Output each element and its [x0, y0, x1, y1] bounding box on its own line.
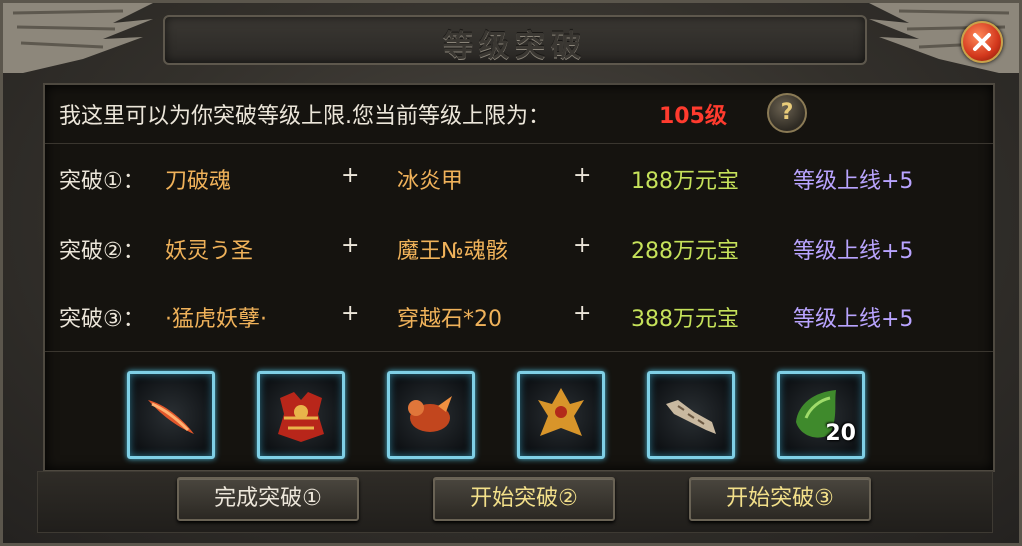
help-icon[interactable]: ?	[767, 93, 807, 133]
recipe-item-2: 穿越石*20	[397, 307, 502, 332]
recipe-list: 突破①： 刀破魂 + 冰炎甲 + 188万元宝 等级上线+5 突破②： 妖灵う圣…	[45, 145, 993, 352]
recipe-item-1: 妖灵う圣	[165, 239, 254, 264]
current-level-limit: 105级	[659, 104, 727, 129]
info-text: 我这里可以为你突破等级上限.您当前等级上限为：	[59, 104, 550, 129]
info-row: 我这里可以为你突破等级上限.您当前等级上限为： 105级 ?	[45, 85, 993, 144]
recipe-item-2: 冰炎甲	[397, 169, 464, 194]
left-wing-ornament-icon	[3, 3, 153, 73]
fire-beast-item-icon	[408, 396, 452, 432]
close-button[interactable]	[961, 21, 1003, 63]
recipe-row-1: 突破①： 刀破魂 + 冰炎甲 + 188万元宝 等级上线+5	[45, 157, 993, 197]
recipe-row-2: 突破②： 妖灵う圣 + 魔王№魂骸 + 288万元宝 等级上线+5	[45, 227, 993, 267]
item-slot-armor[interactable]	[257, 371, 345, 459]
complete-breakthrough-button[interactable]: 完成突破①	[177, 477, 359, 521]
level-breakthrough-window: 等级突破 我这里可以为你突破等级上限.您当前等级上限为： 105级 ? 突破①：…	[0, 0, 1022, 546]
plus-sign: +	[341, 163, 360, 188]
plus-sign: +	[341, 233, 360, 258]
window-title: 等级突破	[443, 29, 587, 64]
golden-demon-item-icon	[538, 388, 584, 436]
item-slot-blade[interactable]	[127, 371, 215, 459]
recipe-cost: 388万元宝	[631, 307, 739, 332]
start-breakthrough-2-button[interactable]: 开始突破②	[433, 477, 615, 521]
content-panel: 我这里可以为你突破等级上限.您当前等级上限为： 105级 ? 突破①： 刀破魂 …	[43, 83, 995, 472]
recipe-item-2: 魔王№魂骸	[397, 239, 508, 264]
title-plate: 等级突破	[163, 15, 867, 65]
tiger-item-icon	[666, 400, 716, 434]
plus-sign: +	[573, 233, 592, 258]
item-quantity: 20	[825, 421, 856, 446]
item-slot-tiger[interactable]	[647, 371, 735, 459]
recipe-item-1: 刀破魂	[165, 169, 232, 194]
recipe-bonus: 等级上线+5	[793, 169, 914, 194]
item-slot-stone[interactable]: 20	[777, 371, 865, 459]
recipe-row-3: 突破③： ·猛虎妖孽· + 穿越石*20 + 388万元宝 等级上线+5	[45, 295, 993, 335]
recipe-item-1: ·猛虎妖孽·	[165, 307, 267, 332]
recipe-bonus: 等级上线+5	[793, 307, 914, 332]
item-slots: 20	[45, 353, 993, 470]
start-breakthrough-3-button[interactable]: 开始突破③	[689, 477, 871, 521]
recipe-label: 突破③：	[59, 307, 145, 332]
close-icon	[973, 33, 991, 51]
blade-item-icon	[148, 400, 194, 434]
recipe-cost: 288万元宝	[631, 239, 739, 264]
item-slot-beast[interactable]	[387, 371, 475, 459]
demon-armor-item-icon	[278, 392, 324, 442]
recipe-bonus: 等级上线+5	[793, 239, 914, 264]
item-slot-golden-demon[interactable]	[517, 371, 605, 459]
plus-sign: +	[573, 301, 592, 326]
plus-sign: +	[573, 163, 592, 188]
recipe-label: 突破①：	[59, 169, 145, 194]
plus-sign: +	[341, 301, 360, 326]
recipe-label: 突破②：	[59, 239, 145, 264]
recipe-cost: 188万元宝	[631, 169, 739, 194]
